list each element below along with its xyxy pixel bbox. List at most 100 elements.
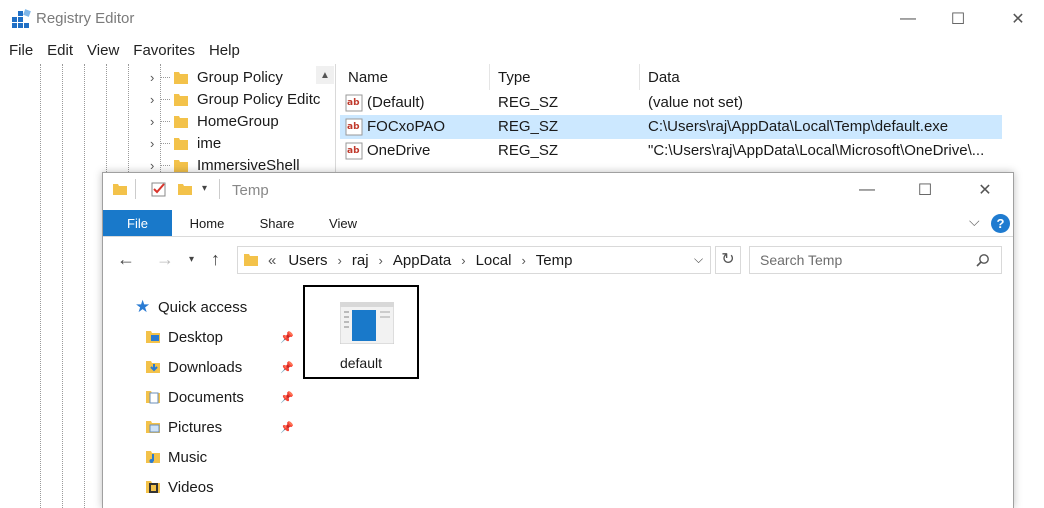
folder-icon — [174, 137, 188, 150]
explorer-maximize-button[interactable]: ☐ — [901, 173, 949, 207]
pin-icon[interactable]: 📌 — [280, 331, 294, 344]
nav-pictures[interactable]: Pictures — [145, 414, 222, 440]
explorer-minimize-button[interactable]: — — [843, 173, 891, 207]
menu-file[interactable]: File — [9, 40, 33, 62]
explorer-close-button[interactable]: ✕ — [961, 173, 1009, 207]
pin-icon[interactable]: 📌 — [280, 361, 294, 374]
value-data: (value not set) — [648, 94, 744, 111]
nav-documents[interactable]: Documents — [145, 384, 244, 410]
tree-scroll-up-button[interactable]: ▲ — [316, 66, 334, 84]
chevron-right-icon[interactable]: › — [150, 136, 160, 151]
new-folder-icon[interactable] — [177, 181, 193, 197]
chevron-right-icon[interactable]: › — [150, 114, 160, 129]
value-row[interactable]: ab OneDrive REG_SZ "C:\Users\raj\AppData… — [340, 139, 1002, 163]
tree-guide-line — [62, 64, 63, 508]
column-header-data[interactable]: Data — [640, 64, 1002, 90]
registry-title-bar[interactable]: Registry Editor — ☐ ✕ — [0, 0, 1044, 38]
address-bar[interactable]: « Users › raj › AppData › Local › Temp ⌵ — [237, 246, 711, 274]
breadcrumb-overflow[interactable]: « — [268, 252, 276, 269]
search-input[interactable] — [750, 247, 970, 273]
chevron-down-icon[interactable]: ▾ — [202, 183, 207, 194]
column-header-type[interactable]: Type — [490, 64, 640, 90]
star-icon: ★ — [135, 297, 151, 316]
tree-item-group-policy-editor[interactable]: › Group Policy Editc — [150, 88, 320, 110]
forward-arrow-icon[interactable]: → — [156, 249, 174, 270]
folder-icon — [174, 93, 188, 106]
breadcrumb-users[interactable]: Users — [288, 252, 327, 269]
search-icon[interactable] — [976, 253, 990, 267]
folder-icon — [174, 71, 188, 84]
tree-item-label: ImmersiveShell — [197, 156, 300, 174]
tab-home[interactable]: Home — [177, 210, 237, 236]
nav-videos[interactable]: Videos — [145, 474, 214, 500]
nav-label: Pictures — [168, 418, 223, 436]
menu-favorites[interactable]: Favorites — [133, 40, 195, 62]
downloads-folder-icon — [146, 361, 160, 373]
ribbon-tabs: File Home Share View ⌵ ? — [103, 210, 1013, 236]
registry-maximize-button[interactable]: ☐ — [934, 0, 982, 38]
registry-title: Registry Editor — [36, 10, 135, 27]
tree-item-label: Group Policy — [197, 68, 283, 86]
value-type: REG_SZ — [498, 94, 559, 111]
help-button[interactable]: ? — [991, 214, 1010, 233]
address-dropdown-icon[interactable]: ⌵ — [694, 252, 703, 267]
value-data: C:\Users\raj\AppData\Local\Temp\default.… — [648, 118, 949, 135]
nav-label: Desktop — [168, 328, 224, 346]
string-value-icon: ab — [345, 142, 363, 160]
chevron-right-icon[interactable]: › — [379, 253, 383, 268]
properties-check-icon[interactable] — [151, 181, 167, 197]
nav-desktop[interactable]: Desktop — [145, 324, 223, 350]
breadcrumb-temp[interactable]: Temp — [536, 252, 573, 269]
chevron-right-icon[interactable]: › — [461, 253, 465, 268]
value-row[interactable]: ab (Default) REG_SZ (value not set) — [340, 91, 1002, 115]
breadcrumb-local[interactable]: Local — [476, 252, 512, 269]
value-name: FOCxoPAO — [367, 118, 446, 135]
back-arrow-icon[interactable]: ← — [117, 249, 135, 270]
tree-item-group-policy[interactable]: › Group Policy — [150, 66, 283, 88]
explorer-title-bar[interactable]: ▾ Temp — ☐ ✕ — [103, 173, 1013, 209]
value-data: "C:\Users\raj\AppData\Local\Microsoft\On… — [648, 142, 985, 159]
nav-quick-access[interactable]: ★ Quick access — [135, 294, 247, 320]
documents-folder-icon — [146, 391, 160, 404]
chevron-right-icon[interactable]: › — [150, 158, 160, 173]
nav-label: Videos — [168, 478, 214, 496]
value-type: REG_SZ — [498, 142, 559, 159]
tab-share[interactable]: Share — [247, 210, 307, 236]
tab-view[interactable]: View — [313, 210, 373, 236]
tree-item-homegroup[interactable]: › HomeGroup — [150, 110, 279, 132]
chevron-right-icon[interactable]: › — [338, 253, 342, 268]
registry-minimize-button[interactable]: — — [884, 0, 932, 38]
chevron-right-icon[interactable]: › — [521, 253, 525, 268]
breadcrumb-appdata[interactable]: AppData — [393, 252, 451, 269]
nav-label: Documents — [168, 388, 244, 406]
registry-app-icon — [12, 9, 31, 28]
breadcrumb-raj[interactable]: raj — [352, 252, 369, 269]
tree-connector — [160, 120, 170, 122]
registry-values-list[interactable]: Name Type Data ab (Default) REG_SZ (valu… — [340, 64, 1004, 174]
menu-help[interactable]: Help — [209, 40, 240, 62]
pin-icon[interactable]: 📌 — [280, 421, 294, 434]
registry-close-button[interactable]: ✕ — [994, 0, 1042, 38]
tab-file[interactable]: File — [103, 210, 172, 236]
nav-downloads[interactable]: Downloads — [145, 354, 242, 380]
expand-ribbon-icon[interactable]: ⌵ — [969, 213, 980, 230]
column-header-name[interactable]: Name — [340, 64, 490, 90]
value-row-selected[interactable]: ab FOCxoPAO REG_SZ C:\Users\raj\AppData\… — [340, 115, 1002, 139]
tree-item-label: ime — [197, 134, 222, 152]
navigation-pane[interactable]: ★ Quick access Desktop 📌 Downloads 📌 Doc… — [103, 283, 301, 508]
nav-label: Quick access — [158, 298, 248, 316]
recent-locations-chevron-icon[interactable]: ▾ — [189, 254, 194, 265]
tree-item-ime[interactable]: › ime — [150, 132, 221, 154]
menu-edit[interactable]: Edit — [47, 40, 73, 62]
file-item-default[interactable]: default — [303, 285, 419, 379]
nav-music[interactable]: Music — [145, 444, 207, 470]
value-name: (Default) — [367, 94, 425, 111]
up-arrow-icon[interactable]: ↑ — [211, 249, 220, 270]
refresh-icon[interactable]: ↻ — [715, 246, 741, 274]
file-list[interactable]: default — [301, 283, 1013, 508]
search-box[interactable] — [749, 246, 1002, 274]
pin-icon[interactable]: 📌 — [280, 391, 294, 404]
chevron-right-icon[interactable]: › — [150, 92, 160, 107]
menu-view[interactable]: View — [87, 40, 119, 62]
chevron-right-icon[interactable]: › — [150, 70, 160, 85]
